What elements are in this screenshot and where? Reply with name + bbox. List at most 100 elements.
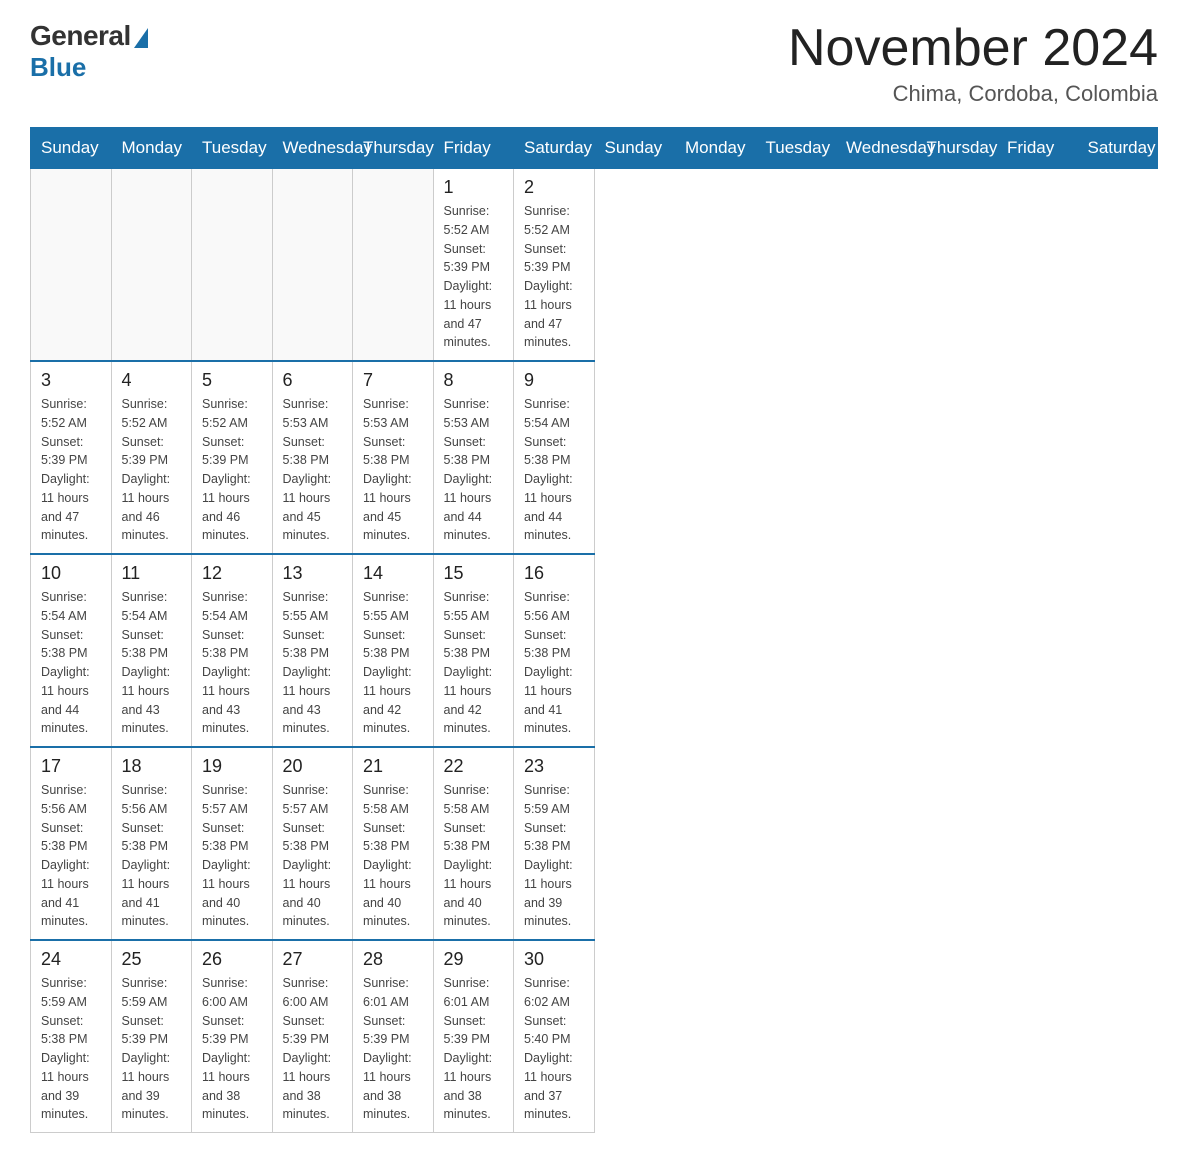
day-info: Sunrise: 6:02 AM Sunset: 5:40 PM Dayligh… bbox=[524, 974, 584, 1124]
calendar-cell: 15 Sunrise: 5:55 AM Sunset: 5:38 PM Dayli… bbox=[433, 554, 514, 747]
calendar-cell: 29 Sunrise: 6:01 AM Sunset: 5:39 PM Dayli… bbox=[433, 940, 514, 1133]
header-cell-saturday: Saturday bbox=[514, 128, 595, 169]
calendar-cell: 6Sunrise: 5:53 AM Sunset: 5:38 PM Daylig… bbox=[272, 361, 353, 554]
day-number: 26 bbox=[202, 949, 262, 970]
calendar-cell: 7 Sunrise: 5:53 AM Sunset: 5:38 PM Daylig… bbox=[353, 361, 434, 554]
calendar-cell: 25 Sunrise: 5:59 AM Sunset: 5:39 PM Dayli… bbox=[111, 940, 192, 1133]
calendar-cell: 2 Sunrise: 5:52 AM Sunset: 5:39 PM Daylig… bbox=[514, 169, 595, 362]
day-info: Sunrise: 6:01 AM Sunset: 5:39 PM Dayligh… bbox=[444, 974, 504, 1124]
calendar-cell: 26 Sunrise: 6:00 AM Sunset: 5:39 PM Dayli… bbox=[192, 940, 273, 1133]
day-number: 27 bbox=[283, 949, 343, 970]
day-number: 29 bbox=[444, 949, 504, 970]
day-info: Sunrise: 5:56 AM Sunset: 5:38 PM Dayligh… bbox=[41, 781, 101, 931]
day-number: 7 bbox=[363, 370, 423, 391]
calendar-cell bbox=[353, 169, 434, 362]
day-number: 20 bbox=[283, 756, 343, 777]
day-number: 2 bbox=[524, 177, 584, 198]
calendar-cell: 11 Sunrise: 5:54 AM Sunset: 5:38 PM Dayli… bbox=[111, 554, 192, 747]
calendar-cell: 17 Sunrise: 5:56 AM Sunset: 5:38 PM Dayli… bbox=[31, 747, 112, 940]
header-cell-wednesday: Wednesday bbox=[836, 128, 917, 169]
day-number: 15 bbox=[444, 563, 504, 584]
day-number: 13 bbox=[283, 563, 343, 584]
calendar-cell: 14Sunrise: 5:55 AM Sunset: 5:38 PM Dayli… bbox=[353, 554, 434, 747]
calendar-cell: 30 Sunrise: 6:02 AM Sunset: 5:40 PM Dayli… bbox=[514, 940, 595, 1133]
header-cell-monday: Monday bbox=[111, 128, 192, 169]
day-number: 4 bbox=[122, 370, 182, 391]
header-cell-friday: Friday bbox=[997, 128, 1078, 169]
day-info: Sunrise: 5:53 AM Sunset: 5:38 PM Dayligh… bbox=[444, 395, 504, 545]
day-number: 8 bbox=[444, 370, 504, 391]
day-info: Sunrise: 5:58 AM Sunset: 5:38 PM Dayligh… bbox=[363, 781, 423, 931]
day-number: 16 bbox=[524, 563, 584, 584]
logo-triangle-icon bbox=[134, 28, 148, 48]
calendar-cell: 21Sunrise: 5:58 AM Sunset: 5:38 PM Dayli… bbox=[353, 747, 434, 940]
day-number: 17 bbox=[41, 756, 101, 777]
day-info: Sunrise: 5:56 AM Sunset: 5:38 PM Dayligh… bbox=[524, 588, 584, 738]
day-number: 19 bbox=[202, 756, 262, 777]
day-number: 11 bbox=[122, 563, 182, 584]
calendar-cell: 3 Sunrise: 5:52 AM Sunset: 5:39 PM Daylig… bbox=[31, 361, 112, 554]
calendar-cell: 8 Sunrise: 5:53 AM Sunset: 5:38 PM Daylig… bbox=[433, 361, 514, 554]
header-cell-saturday: Saturday bbox=[1077, 128, 1158, 169]
day-info: Sunrise: 5:55 AM Sunset: 5:38 PM Dayligh… bbox=[444, 588, 504, 738]
calendar-cell bbox=[111, 169, 192, 362]
day-info: Sunrise: 5:55 AM Sunset: 5:38 PM Dayligh… bbox=[283, 588, 343, 738]
calendar-cell: 1 Sunrise: 5:52 AM Sunset: 5:39 PM Daylig… bbox=[433, 169, 514, 362]
day-info: Sunrise: 5:59 AM Sunset: 5:39 PM Dayligh… bbox=[122, 974, 182, 1124]
calendar-week-row: 24Sunrise: 5:59 AM Sunset: 5:38 PM Dayli… bbox=[31, 940, 1158, 1133]
header-cell-thursday: Thursday bbox=[916, 128, 997, 169]
day-info: Sunrise: 5:52 AM Sunset: 5:39 PM Dayligh… bbox=[444, 202, 504, 352]
day-number: 18 bbox=[122, 756, 182, 777]
day-info: Sunrise: 6:00 AM Sunset: 5:39 PM Dayligh… bbox=[202, 974, 262, 1124]
day-info: Sunrise: 5:53 AM Sunset: 5:38 PM Dayligh… bbox=[283, 395, 343, 545]
calendar-cell: 19 Sunrise: 5:57 AM Sunset: 5:38 PM Dayli… bbox=[192, 747, 273, 940]
day-number: 12 bbox=[202, 563, 262, 584]
day-info: Sunrise: 5:53 AM Sunset: 5:38 PM Dayligh… bbox=[363, 395, 423, 545]
header-cell-tuesday: Tuesday bbox=[192, 128, 273, 169]
calendar-cell: 13 Sunrise: 5:55 AM Sunset: 5:38 PM Dayli… bbox=[272, 554, 353, 747]
day-info: Sunrise: 5:52 AM Sunset: 5:39 PM Dayligh… bbox=[524, 202, 584, 352]
location-subtitle: Chima, Cordoba, Colombia bbox=[788, 81, 1158, 107]
calendar-cell: 5 Sunrise: 5:52 AM Sunset: 5:39 PM Daylig… bbox=[192, 361, 273, 554]
day-info: Sunrise: 5:54 AM Sunset: 5:38 PM Dayligh… bbox=[524, 395, 584, 545]
header-cell-monday: Monday bbox=[675, 128, 756, 169]
day-info: Sunrise: 5:54 AM Sunset: 5:38 PM Dayligh… bbox=[202, 588, 262, 738]
day-number: 25 bbox=[122, 949, 182, 970]
day-info: Sunrise: 6:01 AM Sunset: 5:39 PM Dayligh… bbox=[363, 974, 423, 1124]
calendar-week-row: 17 Sunrise: 5:56 AM Sunset: 5:38 PM Dayli… bbox=[31, 747, 1158, 940]
day-info: Sunrise: 5:55 AM Sunset: 5:38 PM Dayligh… bbox=[363, 588, 423, 738]
day-number: 9 bbox=[524, 370, 584, 391]
calendar-cell: 24Sunrise: 5:59 AM Sunset: 5:38 PM Dayli… bbox=[31, 940, 112, 1133]
calendar-cell: 4 Sunrise: 5:52 AM Sunset: 5:39 PM Daylig… bbox=[111, 361, 192, 554]
day-number: 23 bbox=[524, 756, 584, 777]
day-number: 30 bbox=[524, 949, 584, 970]
day-number: 5 bbox=[202, 370, 262, 391]
day-number: 10 bbox=[41, 563, 101, 584]
header-cell-tuesday: Tuesday bbox=[755, 128, 836, 169]
logo-general-text: General bbox=[30, 20, 131, 52]
calendar-week-row: 3 Sunrise: 5:52 AM Sunset: 5:39 PM Daylig… bbox=[31, 361, 1158, 554]
day-info: Sunrise: 5:59 AM Sunset: 5:38 PM Dayligh… bbox=[524, 781, 584, 931]
day-info: Sunrise: 5:54 AM Sunset: 5:38 PM Dayligh… bbox=[122, 588, 182, 738]
calendar-header-row: SundayMondayTuesdayWednesdayThursdayFrid… bbox=[31, 128, 1158, 169]
calendar-cell: 18Sunrise: 5:56 AM Sunset: 5:38 PM Dayli… bbox=[111, 747, 192, 940]
day-number: 3 bbox=[41, 370, 101, 391]
calendar-cell bbox=[272, 169, 353, 362]
day-number: 1 bbox=[444, 177, 504, 198]
day-info: Sunrise: 5:52 AM Sunset: 5:39 PM Dayligh… bbox=[202, 395, 262, 545]
day-info: Sunrise: 6:00 AM Sunset: 5:39 PM Dayligh… bbox=[283, 974, 343, 1124]
day-info: Sunrise: 5:57 AM Sunset: 5:38 PM Dayligh… bbox=[202, 781, 262, 931]
month-year-title: November 2024 bbox=[788, 20, 1158, 77]
page-header: General Blue November 2024 Chima, Cordob… bbox=[30, 20, 1158, 107]
calendar-cell: 27 Sunrise: 6:00 AM Sunset: 5:39 PM Dayli… bbox=[272, 940, 353, 1133]
day-number: 24 bbox=[41, 949, 101, 970]
header-cell-thursday: Thursday bbox=[353, 128, 434, 169]
calendar-cell bbox=[192, 169, 273, 362]
day-info: Sunrise: 5:58 AM Sunset: 5:38 PM Dayligh… bbox=[444, 781, 504, 931]
calendar-week-row: 10 Sunrise: 5:54 AM Sunset: 5:38 PM Dayli… bbox=[31, 554, 1158, 747]
day-info: Sunrise: 5:57 AM Sunset: 5:38 PM Dayligh… bbox=[283, 781, 343, 931]
day-info: Sunrise: 5:52 AM Sunset: 5:39 PM Dayligh… bbox=[41, 395, 101, 545]
calendar-cell: 23 Sunrise: 5:59 AM Sunset: 5:38 PM Dayli… bbox=[514, 747, 595, 940]
calendar-cell: 10Sunrise: 5:54 AM Sunset: 5:38 PM Dayli… bbox=[31, 554, 112, 747]
day-info: Sunrise: 5:52 AM Sunset: 5:39 PM Dayligh… bbox=[122, 395, 182, 545]
